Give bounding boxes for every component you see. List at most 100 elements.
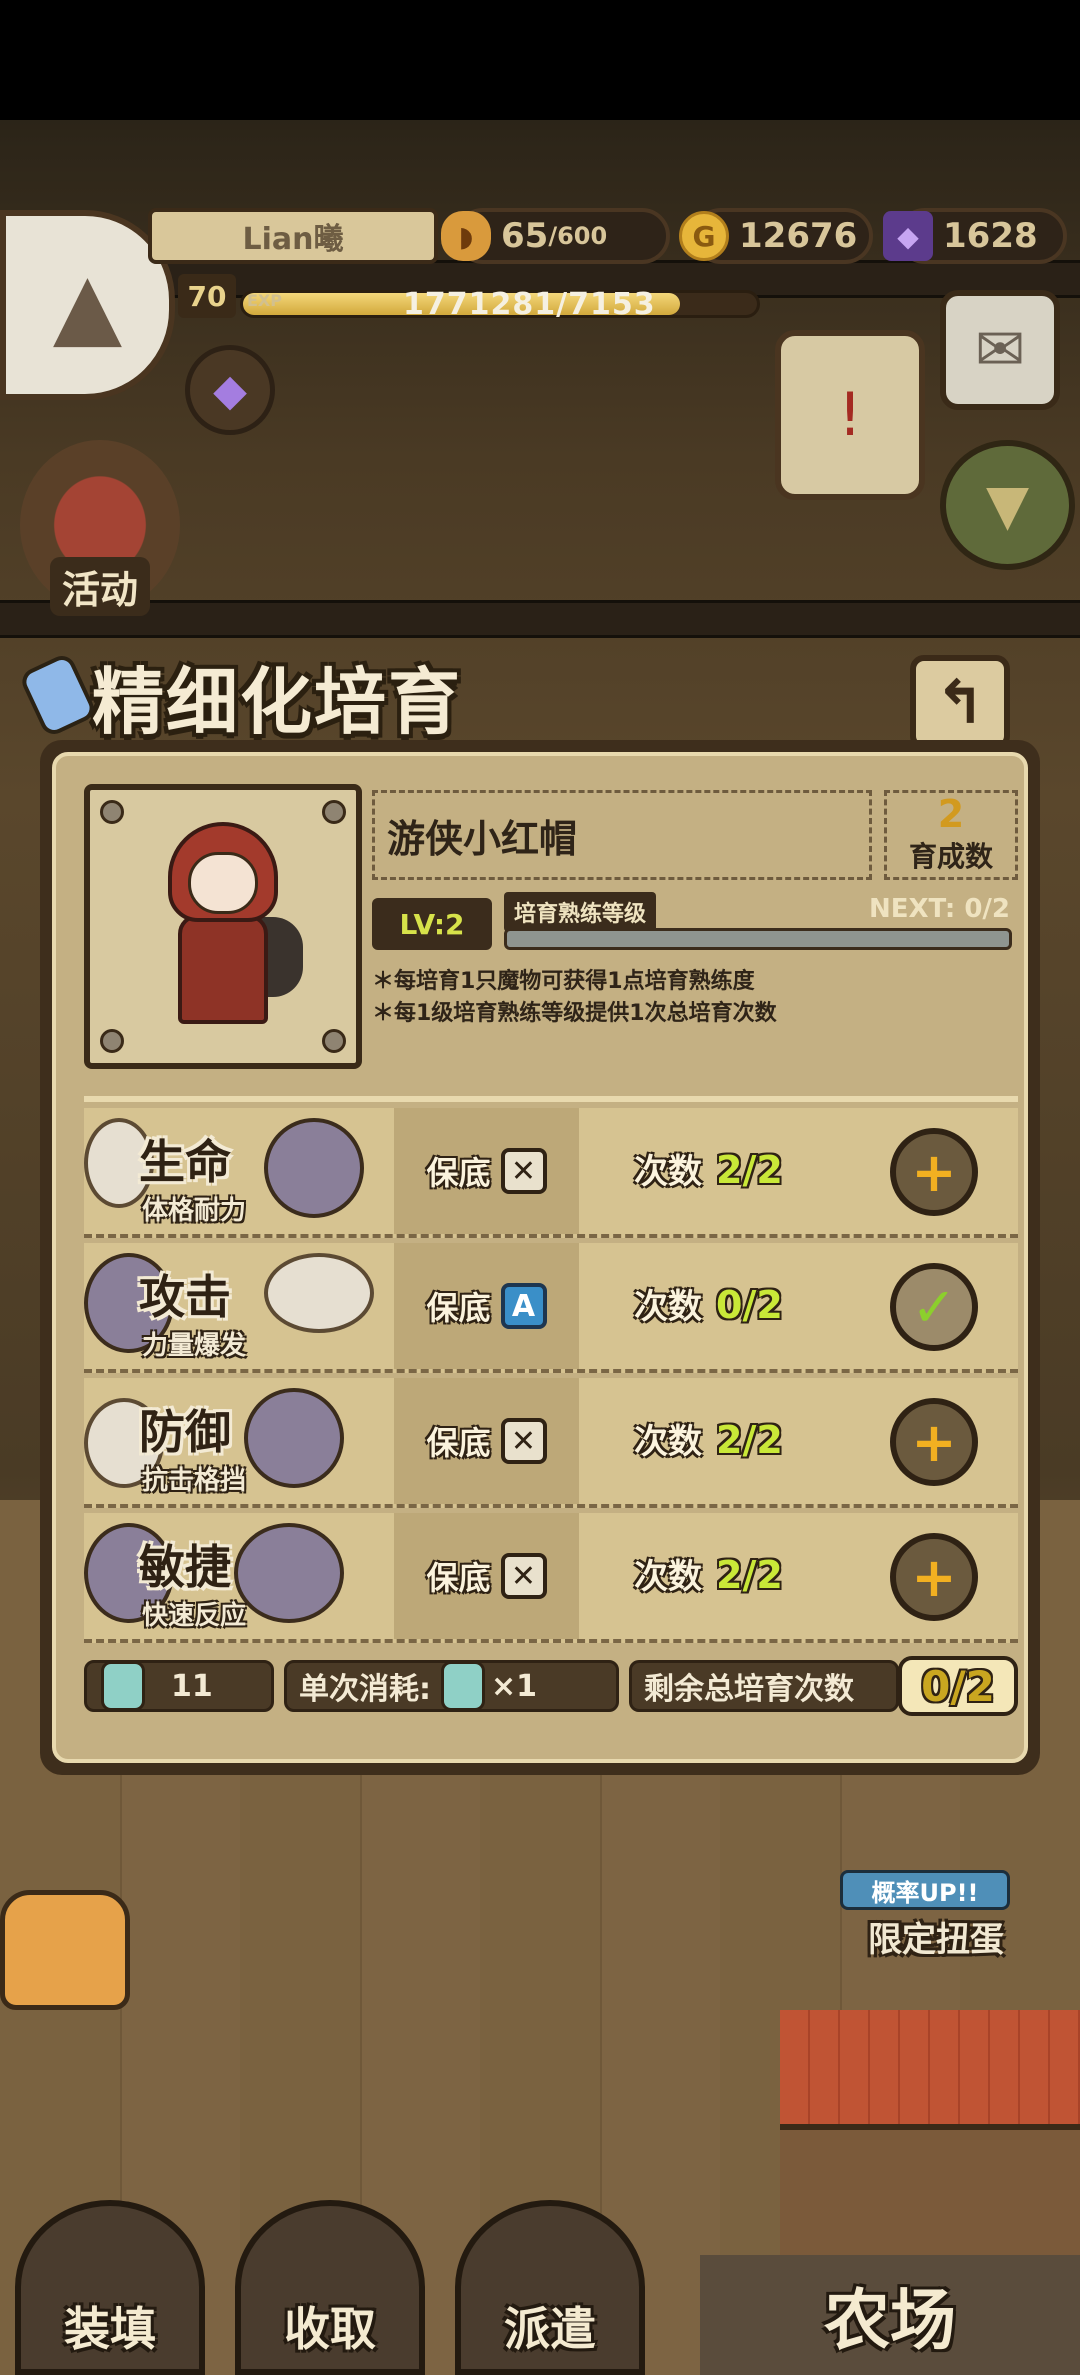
guarantee-toggle[interactable]: ✕ — [500, 1418, 547, 1464]
gem-icon: ◆ — [883, 211, 933, 261]
check-button[interactable]: ✓ — [890, 1263, 978, 1351]
times-value: 2/2 — [716, 1148, 783, 1192]
stamina-counter[interactable]: ◗ 65/600 — [441, 208, 670, 264]
stat-art: 防御 抗击格挡 — [84, 1378, 394, 1508]
times-display: 次数 2/2 — [634, 1144, 783, 1193]
guarantee-cell: 保底 ✕ — [394, 1378, 579, 1504]
stat-row-agility: 敏捷 快速反应 保底 ✕ 次数 2/2 + — [84, 1513, 1018, 1643]
backpack-icon[interactable]: ▼ — [940, 440, 1075, 570]
single-cost-value: ×1 — [491, 1668, 538, 1704]
proficiency-bar — [504, 928, 1012, 950]
back-button[interactable]: ↰ — [910, 655, 1010, 750]
proficiency-label: 培育熟练等级 — [504, 892, 657, 932]
breeding-panel: 游侠小红帽 2 育成数 LV:2 培育熟练等级 NEXT: 0/2 ＊每培育1只… — [40, 740, 1040, 1775]
times-value: 2/2 — [716, 1553, 783, 1597]
bread-icon: ◗ — [441, 211, 491, 261]
page-header: 精细化培育 — [17, 650, 462, 744]
player-level: 70 — [178, 274, 236, 318]
stat-subtitle: 抗击格挡 — [142, 1466, 247, 1496]
guarantee-cell: 保底 ✕ — [394, 1513, 579, 1639]
bolt-icon — [100, 1029, 124, 1053]
nav-label: 收取 — [284, 2302, 376, 2356]
times-label: 次数 — [634, 1557, 702, 1597]
stat-subtitle: 体格耐力 — [142, 1196, 247, 1226]
guarantee-toggle[interactable]: ✕ — [500, 1553, 547, 1599]
guarantee-label: 保底 — [426, 1559, 491, 1597]
times-display: 次数 0/2 — [634, 1279, 783, 1328]
cost-bar: 11 单次消耗: ×1 剩余总培育次数 0/2 — [84, 1656, 1018, 1716]
times-label: 次数 — [634, 1422, 702, 1462]
limited-gacha-button[interactable]: 概率UP!! 限定扭蛋 — [840, 1800, 1060, 1960]
guarantee-cell: 保底 ✕ — [394, 1108, 579, 1234]
activity-button[interactable]: 活动 — [20, 440, 180, 616]
nav-collect-button[interactable]: 收取 — [235, 2200, 425, 2375]
raise-count-label: 育成数 — [908, 840, 993, 873]
guarantee-cell: 保底 A — [394, 1243, 579, 1369]
stat-row-attack: 攻击 力量爆发 保底 A 次数 0/2 ✓ — [84, 1243, 1018, 1373]
raise-count: 2 — [937, 792, 965, 836]
buy-gem-button[interactable]: ◆ — [185, 345, 275, 435]
add-button[interactable]: + — [890, 1128, 978, 1216]
guarantee-label: 保底 — [426, 1289, 491, 1327]
remaining-value: 0/2 — [898, 1656, 1018, 1716]
potion-count-pill: 11 — [84, 1660, 274, 1712]
note-line: ＊每培育1只魔物可获得1点培育熟练度 — [372, 969, 755, 994]
stat-subtitle: 快速反应 — [142, 1601, 247, 1631]
red-riding-hood-figure — [158, 821, 303, 1032]
gem-counter[interactable]: ◆ 1628 — [883, 208, 1067, 264]
stat-art: 攻击 力量爆发 — [84, 1243, 394, 1373]
character-portrait — [84, 784, 362, 1069]
exp-bar: EXP 1771281/7153 — [240, 287, 760, 322]
nav-load-button[interactable]: 装填 — [15, 2200, 205, 2375]
pudding-decoration — [0, 1890, 130, 2010]
divider — [84, 1096, 1018, 1102]
guarantee-toggle[interactable]: ✕ — [500, 1148, 547, 1194]
add-button[interactable]: + — [890, 1533, 978, 1621]
potion-icon — [441, 1661, 485, 1711]
stat-art: 敏捷 快速反应 — [84, 1513, 394, 1643]
activity-label: 活动 — [49, 557, 150, 616]
proficiency-next: NEXT: 0/2 — [868, 894, 1010, 924]
bolt-icon — [322, 800, 346, 824]
stat-row-defense: 防御 抗击格挡 保底 ✕ 次数 2/2 + — [84, 1378, 1018, 1508]
gacha-name: 限定扭蛋 — [868, 1920, 1004, 1960]
panel-body: 游侠小红帽 2 育成数 LV:2 培育熟练等级 NEXT: 0/2 ＊每培育1只… — [52, 752, 1028, 1763]
stat-row-hp: 生命 体格耐力 保底 ✕ 次数 2/2 + — [84, 1108, 1018, 1238]
gold-coin-icon: G — [679, 211, 729, 261]
mail-icon[interactable]: ✉ — [940, 290, 1060, 410]
times-value: 2/2 — [716, 1418, 783, 1462]
bolt-icon — [100, 800, 124, 824]
bolt-icon — [322, 1029, 346, 1053]
guarantee-label: 保底 — [426, 1424, 491, 1462]
stat-art: 生命 体格耐力 — [84, 1108, 394, 1238]
gold-counter[interactable]: G 12676 — [679, 208, 873, 264]
gold-value: 12676 — [739, 216, 858, 256]
status-bar — [0, 0, 1080, 120]
times-display: 次数 2/2 — [634, 1414, 783, 1463]
stat-name: 攻击 — [139, 1270, 231, 1324]
guarantee-label: 保底 — [426, 1154, 491, 1192]
character-card: 游侠小红帽 2 育成数 LV:2 培育熟练等级 NEXT: 0/2 ＊每培育1只… — [84, 784, 1018, 1082]
potion-icon — [101, 1661, 145, 1711]
gem-value: 1628 — [943, 216, 1038, 256]
character-name: 游侠小红帽 — [372, 790, 872, 880]
note-line: ＊每1级培育熟练等级提供1次总培育次数 — [372, 1001, 777, 1026]
page-title: 精细化培育 — [92, 658, 463, 744]
stamina-max: /600 — [548, 222, 608, 250]
remaining-label: 剩余总培育次数 — [644, 1672, 854, 1707]
proficiency-level: LV:2 — [372, 898, 492, 950]
single-cost-label: 单次消耗: — [299, 1672, 431, 1707]
times-label: 次数 — [634, 1287, 702, 1327]
exp-text: 1771281/7153 — [403, 287, 656, 322]
potion-count: 11 — [171, 1668, 213, 1704]
guarantee-toggle[interactable]: A — [500, 1283, 547, 1329]
nav-farm-button[interactable]: 农场 — [700, 2255, 1080, 2375]
nav-label: 农场 — [824, 2281, 956, 2359]
proficiency-row: LV:2 培育熟练等级 NEXT: 0/2 — [372, 892, 1018, 954]
times-display: 次数 2/2 — [634, 1549, 783, 1598]
add-button[interactable]: + — [890, 1398, 978, 1486]
quest-scroll-icon[interactable]: ! — [775, 330, 925, 500]
nav-label: 派遣 — [504, 2302, 596, 2356]
nav-dispatch-button[interactable]: 派遣 — [455, 2200, 645, 2375]
stat-name: 生命 — [139, 1135, 231, 1189]
